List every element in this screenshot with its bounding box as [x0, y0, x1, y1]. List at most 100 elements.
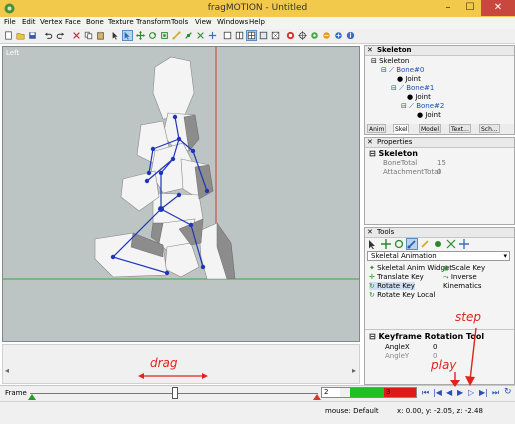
- scroll-left-icon[interactable]: ◂: [5, 366, 9, 375]
- view-four-icon[interactable]: [258, 30, 269, 41]
- status-coords: x: 0.00, y: -2.05, z: -2.48: [397, 407, 483, 415]
- open-folder-icon[interactable]: [15, 30, 26, 41]
- timeline-bar: Frame 2 3 ⏮ |◀ ◀ ▶ ▷ ▶| ⏭ ↻: [0, 385, 515, 401]
- 3d-viewport[interactable]: Left: [2, 46, 360, 342]
- help-icon[interactable]: [345, 30, 356, 41]
- model-scene[interactable]: [3, 47, 359, 341]
- annotation-step: step: [455, 310, 481, 324]
- properties-section-title: ⊟ Skeleton: [369, 149, 418, 158]
- timeline-end-marker-icon: [313, 394, 321, 400]
- play-button[interactable]: ▶: [457, 388, 463, 397]
- field-value[interactable]: 0: [433, 343, 437, 351]
- pin-icon[interactable]: ✕: [367, 138, 373, 146]
- skeleton-panel: ✕ Skeleton ⊟ Skeleton ⊟ ⟋ Bone#0 ● Joint…: [364, 45, 515, 135]
- rotate-icon[interactable]: [147, 30, 158, 41]
- title-bar: fragMOTION - Untitled – ☐ ✕: [0, 0, 515, 18]
- prop-value[interactable]: 0: [437, 168, 441, 176]
- prev-frame-button[interactable]: ◀: [446, 388, 452, 397]
- tree-node-bone1[interactable]: ⊟ ⟋ Bone#1: [391, 84, 434, 93]
- menu-vertex[interactable]: Vertex: [40, 18, 63, 26]
- menu-edit[interactable]: Edit: [22, 18, 36, 26]
- tool-bone-icon[interactable]: [420, 239, 430, 249]
- select-vertex-icon[interactable]: [122, 30, 133, 41]
- keyframe-strip[interactable]: 2 3: [321, 387, 417, 398]
- tool-joint-icon[interactable]: [433, 239, 443, 249]
- menu-bone[interactable]: Bone: [86, 18, 104, 26]
- tree-node-joint[interactable]: ● Joint: [407, 93, 431, 101]
- menu-windows[interactable]: Windows: [217, 18, 248, 26]
- loop-icon[interactable]: ↻: [504, 387, 512, 397]
- tool-skeletal-anim-icon[interactable]: [406, 238, 418, 250]
- tree-node-joint[interactable]: ● Joint: [417, 111, 441, 119]
- menu-view[interactable]: View: [195, 18, 212, 26]
- prop-value[interactable]: 15: [437, 159, 446, 167]
- save-icon[interactable]: [27, 30, 38, 41]
- mode-dropdown[interactable]: Skeletal Animation ▾: [367, 251, 510, 261]
- view-quad-icon[interactable]: [246, 30, 257, 41]
- tab-model[interactable]: Model: [419, 124, 442, 133]
- copy-icon[interactable]: [83, 30, 94, 41]
- new-file-icon[interactable]: [3, 30, 14, 41]
- prev-key-button[interactable]: |◀: [433, 388, 442, 397]
- first-frame-button[interactable]: ⏮: [422, 388, 429, 398]
- maximize-button[interactable]: ☐: [459, 0, 481, 16]
- chevron-down-icon: ▾: [503, 252, 507, 260]
- undo-icon[interactable]: [43, 30, 54, 41]
- tab-anim[interactable]: Anim: [367, 124, 387, 133]
- crosshair-icon[interactable]: [297, 30, 308, 41]
- joint-tool-icon[interactable]: [183, 30, 194, 41]
- camera-pan-icon[interactable]: [321, 30, 332, 41]
- tool-move-icon[interactable]: [381, 239, 391, 249]
- next-key-button[interactable]: ▶|: [479, 388, 488, 397]
- timeline-slider-thumb[interactable]: [172, 387, 178, 399]
- tool-select-icon[interactable]: [368, 239, 378, 249]
- close-button[interactable]: ✕: [481, 0, 515, 16]
- camera-zoom-icon[interactable]: [333, 30, 344, 41]
- scale-icon[interactable]: [159, 30, 170, 41]
- tool-attach-icon[interactable]: [446, 239, 456, 249]
- view-single-icon[interactable]: [222, 30, 233, 41]
- redo-icon[interactable]: [55, 30, 66, 41]
- tool-item-rotate-key-local[interactable]: ↻ Rotate Key Local: [369, 291, 435, 299]
- status-bar: mouse: Default x: 0.00, y: -2.05, z: -2.…: [0, 401, 515, 424]
- menu-transform[interactable]: Transform: [136, 18, 171, 26]
- skeleton-panel-title: Skeleton: [377, 46, 412, 54]
- weight-tool-icon[interactable]: [207, 30, 218, 41]
- menu-texture[interactable]: Texture: [108, 18, 134, 26]
- tree-node-joint[interactable]: ● Joint: [397, 75, 421, 83]
- menu-tools[interactable]: Tools: [171, 18, 188, 26]
- tab-texture[interactable]: Text...: [449, 124, 471, 133]
- menu-help[interactable]: Help: [249, 18, 265, 26]
- menu-file[interactable]: File: [4, 18, 16, 26]
- move-icon[interactable]: [135, 30, 146, 41]
- wireframe-icon[interactable]: [270, 30, 281, 41]
- tab-skel[interactable]: Skel: [393, 124, 410, 133]
- bone-tool-icon[interactable]: [171, 30, 182, 41]
- tool-weight-icon[interactable]: [459, 239, 469, 249]
- tool-item-translate-key[interactable]: ✛ Translate Key: [369, 273, 424, 281]
- view-split-icon[interactable]: [234, 30, 245, 41]
- tool-rotate-icon[interactable]: [394, 239, 404, 249]
- tool-item-skeletal-anim-widget[interactable]: ✦ Skeletal Anim Widget: [369, 264, 452, 272]
- tool-item-inverse-kinematics[interactable]: ⤳ Inverse Kinematics: [443, 273, 514, 290]
- pin-icon[interactable]: ✕: [367, 46, 373, 54]
- tool-item-rotate-key[interactable]: ↻ Rotate Key: [369, 282, 415, 290]
- select-pointer-icon[interactable]: [110, 30, 121, 41]
- cut-icon[interactable]: [71, 30, 82, 41]
- paste-icon[interactable]: [95, 30, 106, 41]
- minimize-button[interactable]: –: [437, 0, 459, 16]
- attach-tool-icon[interactable]: [195, 30, 206, 41]
- tree-node-bone0[interactable]: ⊟ ⟋ Bone#0: [381, 66, 424, 75]
- scroll-right-icon[interactable]: ▸: [352, 366, 356, 375]
- properties-panel-title: Properties: [377, 138, 413, 146]
- camera-rotate-icon[interactable]: [309, 30, 320, 41]
- last-frame-button[interactable]: ⏭: [492, 388, 499, 398]
- target-icon[interactable]: [285, 30, 296, 41]
- tree-node-bone2[interactable]: ⊟ ⟋ Bone#2: [401, 102, 444, 111]
- next-frame-button[interactable]: ▷: [468, 388, 474, 397]
- tree-node-skeleton[interactable]: ⊟ Skeleton: [371, 57, 409, 65]
- tab-schedule[interactable]: Sch...: [479, 124, 500, 133]
- menu-face[interactable]: Face: [65, 18, 81, 26]
- pin-icon[interactable]: ✕: [367, 228, 373, 236]
- tool-item-scale-key[interactable]: ◉ Scale Key: [443, 264, 485, 272]
